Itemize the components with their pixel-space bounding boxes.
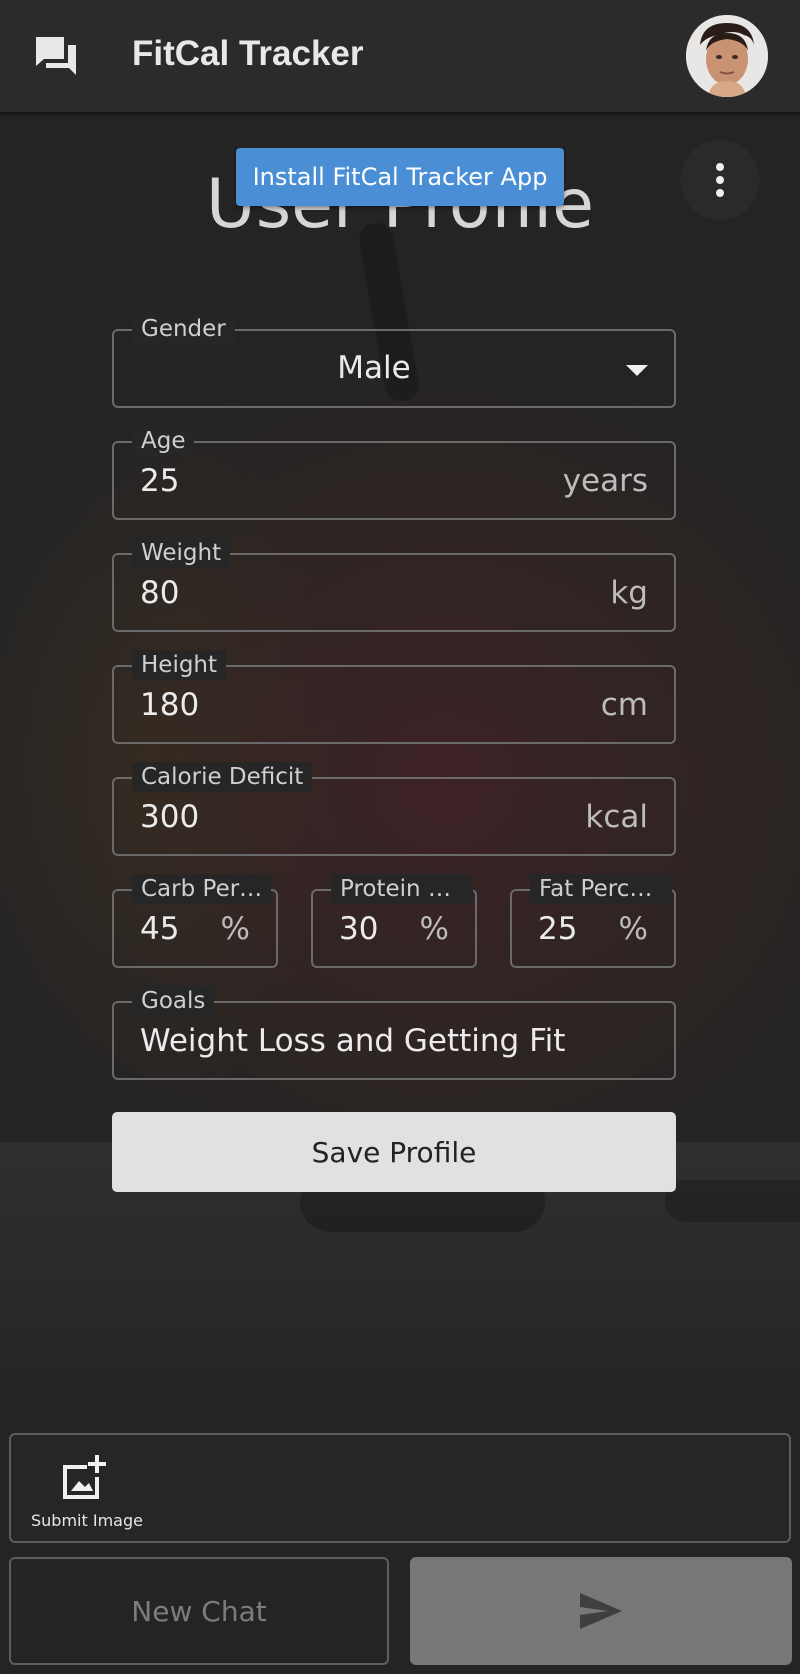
image-submit-area: Submit Image [9, 1433, 791, 1543]
dropdown-arrow-icon [626, 365, 648, 376]
height-value: 180 [140, 687, 200, 723]
weight-unit: kg [610, 575, 648, 611]
gender-value: Male [337, 350, 411, 386]
protein-percent-unit: % [419, 911, 449, 947]
calorie-deficit-value: 300 [140, 799, 200, 835]
more-vert-icon [716, 163, 724, 197]
age-field[interactable]: Age 25 years [112, 426, 676, 520]
install-app-button[interactable]: Install FitCal Tracker App [236, 148, 564, 206]
height-unit: cm [600, 687, 648, 723]
carb-percent-unit: % [220, 911, 250, 947]
app-bar: FitCal Tracker [0, 0, 800, 112]
goals-value: Weight Loss and Getting Fit [140, 1023, 566, 1059]
protein-percent-label: Protein P… [331, 874, 473, 904]
calorie-deficit-label: Calorie Deficit [132, 762, 313, 792]
weight-field[interactable]: Weight 80 kg [112, 538, 676, 632]
new-chat-button[interactable]: New Chat [9, 1557, 389, 1665]
send-button[interactable] [410, 1557, 792, 1665]
app-title: FitCal Tracker [132, 34, 364, 73]
protein-percent-value: 30 [339, 911, 379, 947]
fat-percent-value: 25 [538, 911, 578, 947]
protein-percent-field[interactable]: Protein P… 30 % [311, 874, 477, 968]
weight-label: Weight [132, 538, 231, 568]
age-unit: years [562, 463, 648, 499]
add-photo-icon[interactable] [59, 1455, 107, 1501]
age-label: Age [132, 426, 195, 456]
fat-percent-label: Fat Perce… [530, 874, 672, 904]
fat-percent-field[interactable]: Fat Perce… 25 % [510, 874, 676, 968]
gender-label: Gender [132, 314, 235, 344]
weight-value: 80 [140, 575, 180, 611]
background-image [0, 112, 800, 1412]
more-options-button[interactable] [680, 140, 760, 220]
height-field[interactable]: Height 180 cm [112, 650, 676, 744]
carb-percent-label: Carb Per… [132, 874, 272, 904]
user-photo [686, 15, 768, 97]
carb-percent-field[interactable]: Carb Per… 45 % [112, 874, 278, 968]
height-label: Height [132, 650, 227, 680]
chat-bubbles-icon[interactable] [34, 35, 78, 77]
goals-label: Goals [132, 986, 215, 1016]
calorie-deficit-unit: kcal [585, 799, 648, 835]
submit-image-label[interactable]: Submit Image [31, 1511, 143, 1530]
calorie-deficit-field[interactable]: Calorie Deficit 300 kcal [112, 762, 676, 856]
avatar[interactable] [686, 15, 768, 97]
age-value: 25 [140, 463, 180, 499]
send-icon [580, 1593, 622, 1629]
goals-field[interactable]: Goals Weight Loss and Getting Fit [112, 986, 676, 1080]
carb-percent-value: 45 [140, 911, 180, 947]
fat-percent-unit: % [618, 911, 648, 947]
save-profile-button[interactable]: Save Profile [112, 1112, 676, 1192]
gender-select[interactable]: Gender Male [112, 314, 676, 408]
